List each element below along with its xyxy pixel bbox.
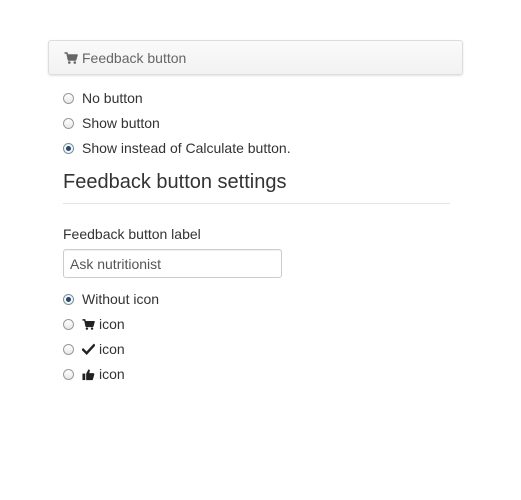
button-label-field-label: Feedback button label	[63, 226, 201, 242]
thumbs-up-icon-radio[interactable]	[63, 368, 74, 380]
icon-option-without-icon[interactable]: Without icon	[63, 289, 159, 309]
cart-icon-radio[interactable]	[63, 318, 74, 330]
icon-option-checkmark[interactable]: icon	[63, 339, 125, 359]
option-label: Show instead of Calculate button.	[82, 140, 291, 156]
option-label: icon	[99, 366, 125, 382]
button-label-input[interactable]	[63, 249, 282, 278]
cart-icon	[64, 51, 78, 65]
option-label: icon	[99, 316, 125, 332]
without-icon-radio[interactable]	[63, 293, 74, 305]
icon-option-thumbs-up[interactable]: icon	[63, 364, 125, 384]
settings-title: Feedback button settings	[63, 171, 287, 193]
checkmark-icon-radio[interactable]	[63, 343, 74, 355]
checkmark-icon	[82, 343, 95, 356]
feedback-button-panel-header[interactable]: Feedback button	[48, 40, 463, 75]
cart-icon	[82, 318, 95, 331]
option-label: Show button	[82, 115, 160, 131]
option-label: No button	[82, 90, 143, 106]
panel-title: Feedback button	[82, 49, 187, 66]
icon-option-cart[interactable]: icon	[63, 314, 125, 334]
thumbs-up-icon	[82, 368, 95, 381]
option-show-button[interactable]: Show button	[63, 113, 160, 133]
section-divider	[63, 203, 450, 204]
option-label: icon	[99, 341, 125, 357]
no-button-radio[interactable]	[63, 92, 74, 104]
option-no-button[interactable]: No button	[63, 88, 143, 108]
option-show-instead-of-calculate[interactable]: Show instead of Calculate button.	[63, 138, 291, 158]
show-instead-of-calculate-radio[interactable]	[63, 142, 74, 154]
option-label: Without icon	[82, 291, 160, 307]
show-button-radio[interactable]	[63, 117, 74, 129]
